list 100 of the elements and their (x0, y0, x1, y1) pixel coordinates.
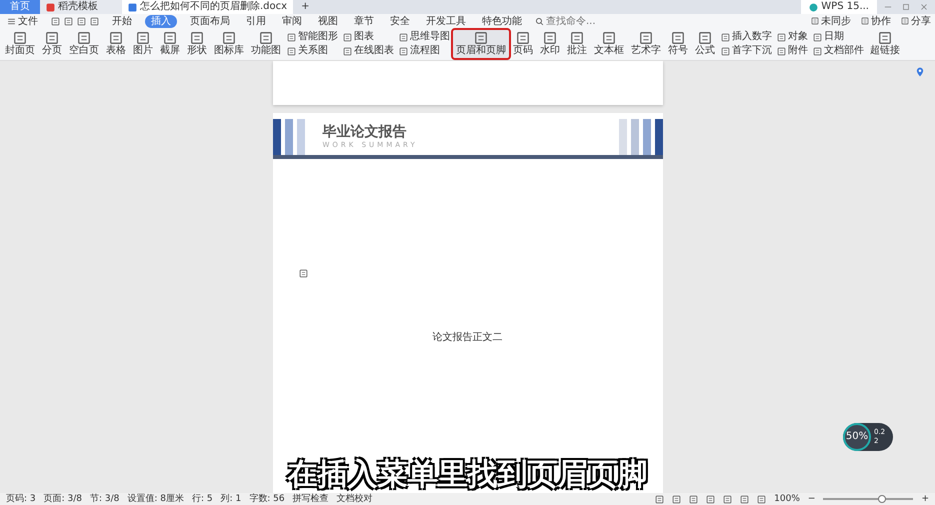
slider-thumb[interactable] (878, 495, 886, 503)
menu-tab[interactable]: 引用 (243, 14, 269, 28)
search-field[interactable]: 查找命令... (535, 16, 606, 26)
square-icon (878, 31, 892, 45)
menu-tab[interactable]: 开发工具 (423, 14, 469, 28)
status-item: 页码: 3 (6, 493, 36, 505)
menu-tab[interactable]: 插入 (145, 14, 177, 28)
square-icon (163, 31, 177, 45)
square-icon (813, 46, 822, 56)
ribbon-button[interactable]: 插入数字 (721, 31, 772, 43)
square-icon (861, 17, 869, 25)
menu-tab[interactable]: 章节 (351, 14, 377, 28)
ribbon-button[interactable]: 符号 (665, 30, 691, 58)
square-icon (671, 31, 685, 45)
zoom-level[interactable]: 100% (774, 493, 800, 505)
ribbon-button[interactable]: 日期 (813, 31, 864, 43)
ribbon-button[interactable]: 对象 (777, 31, 808, 43)
square-icon (399, 32, 408, 42)
ribbon-button[interactable]: 首字下沉 (721, 45, 772, 57)
menu-tab[interactable]: 视图 (315, 14, 341, 28)
account-button[interactable]: WPS 15... (801, 0, 877, 14)
file-tab[interactable]: 稻壳模板 (40, 0, 122, 14)
menu-tab[interactable]: 安全 (387, 14, 413, 28)
square-icon (13, 31, 27, 45)
ribbon-button[interactable]: 图片 (130, 30, 156, 58)
square-icon (543, 31, 557, 45)
new-tab-button[interactable]: + (293, 0, 318, 14)
toolbar-link[interactable]: 未同步 (811, 14, 851, 28)
file-tab[interactable]: 怎么把如何不同的页眉删除.docx (122, 0, 294, 14)
ribbon-button[interactable]: 页码 (510, 30, 536, 58)
menu-tab[interactable]: 特色功能 (479, 14, 525, 28)
status-item: 页面: 3/8 (44, 493, 82, 505)
status-item: 拼写检查 (292, 493, 329, 505)
square-icon (222, 31, 236, 45)
square-icon (777, 46, 786, 56)
ribbon-button[interactable]: 公式 (692, 30, 718, 58)
ribbon-button[interactable]: 截屏 (157, 30, 183, 58)
ribbon-button[interactable]: 艺术字 (628, 30, 664, 58)
ribbon-button[interactable]: 表格 (103, 30, 129, 58)
ribbon-button[interactable]: 关系图 (287, 45, 338, 57)
square-icon (45, 31, 59, 45)
square-icon (287, 32, 296, 42)
menu-tab[interactable]: 页面布局 (187, 14, 233, 28)
ribbon-button[interactable]: 空白页 (66, 30, 102, 58)
toolbar-link[interactable]: 协作 (861, 14, 891, 28)
search-icon (535, 16, 544, 26)
file-tab[interactable]: 首页 (0, 0, 40, 14)
ribbon-button[interactable]: 文档部件 (813, 45, 864, 57)
video-subtitle: 在插入菜单里找到页眉页脚 (288, 458, 648, 492)
ribbon-button[interactable]: 形状 (184, 30, 210, 58)
ribbon-button[interactable]: 图标库 (211, 30, 247, 58)
ribbon-button[interactable]: 流程图 (399, 45, 450, 57)
ribbon-button[interactable]: 批注 (564, 30, 590, 58)
ribbon-button[interactable]: 功能图 (248, 30, 284, 58)
square-icon (343, 32, 352, 42)
square-icon (516, 31, 530, 45)
square-icon (570, 31, 584, 45)
square-icon (639, 31, 653, 45)
location-pin-icon (915, 67, 925, 77)
ribbon-button[interactable]: 图表 (343, 31, 394, 43)
ribbon-button[interactable]: 思维导图 (399, 31, 450, 43)
zoom-in-button[interactable]: + (921, 493, 929, 505)
square-icon (777, 32, 786, 42)
ribbon-button[interactable]: 页眉和页脚 (453, 30, 509, 58)
body-text: 论文报告正文二 (432, 330, 504, 344)
stripes-drawing (618, 119, 662, 155)
cpu-gauge: 50% (843, 423, 871, 451)
file-menu[interactable]: 文件 (4, 14, 41, 28)
ribbon-button[interactable]: 智能图形 (287, 31, 338, 43)
menu-tab[interactable]: 开始 (109, 14, 135, 28)
ribbon-button[interactable]: 在线图表 (343, 45, 394, 57)
ribbon-button[interactable]: 水印 (537, 30, 563, 58)
square-icon (813, 32, 822, 42)
toolbar-link[interactable]: 分享 (901, 14, 931, 28)
ribbon-button[interactable]: 分页 (39, 30, 65, 58)
status-item: 列: 1 (220, 493, 242, 505)
square-icon (721, 46, 730, 56)
square-icon (474, 31, 488, 45)
ribbon-button[interactable]: 附件 (777, 45, 808, 57)
square-icon (136, 31, 150, 45)
restore-icon (901, 2, 911, 12)
square-icon (287, 46, 296, 56)
status-item: 行: 5 (192, 493, 213, 505)
square-icon (343, 46, 352, 56)
square-icon (721, 32, 730, 42)
zoom-out-button[interactable]: − (808, 493, 816, 505)
status-item: 设置值: 8厘米 (127, 493, 184, 505)
status-item: 字数: 56 (249, 493, 285, 505)
square-icon (811, 17, 819, 25)
square-icon (77, 31, 91, 45)
ribbon-button[interactable]: 超链接 (867, 30, 903, 58)
ribbon-button[interactable]: 文本框 (591, 30, 627, 58)
menu-tab[interactable]: 审阅 (279, 14, 305, 28)
status-item: 文档校对 (336, 493, 373, 505)
square-icon (259, 31, 273, 45)
ribbon-button[interactable]: 封面页 (2, 30, 38, 58)
header-title: 毕业论文报告 (322, 123, 408, 141)
menu-icon (7, 16, 16, 26)
square-icon (901, 17, 909, 25)
status-item: 节: 3/8 (90, 493, 120, 505)
